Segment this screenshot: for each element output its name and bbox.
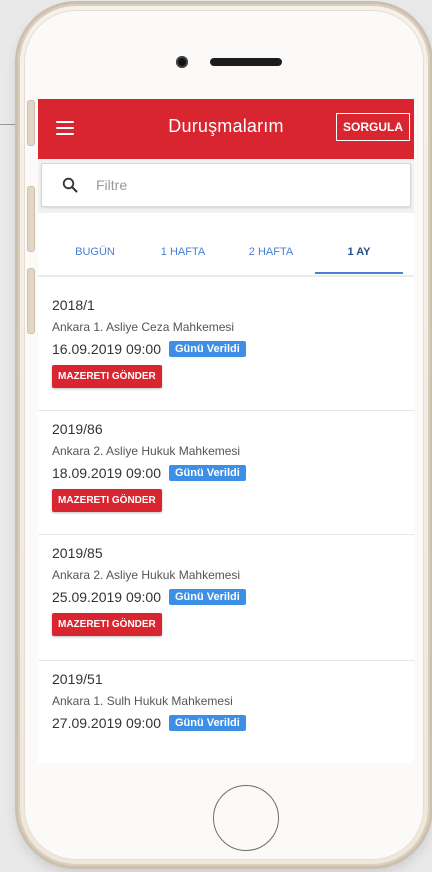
send-excuse-button[interactable]: MAZERETI GÖNDER [52,613,162,636]
list-item[interactable]: 2019/86 Ankara 2. Asliye Hukuk Mahkemesi… [38,411,414,535]
tab-2-weeks[interactable]: 2 HAFTA [227,246,315,258]
camera-icon [176,56,188,68]
hearing-datetime: 18.09.2019 09:00 [52,465,161,481]
tab-bar: BUGÜN 1 HAFTA 2 HAFTA 1 AY [38,213,414,277]
tab-1-month[interactable]: 1 AY [315,246,403,258]
phone-volume-up [27,186,35,252]
hearing-datetime: 27.09.2019 09:00 [52,715,161,731]
send-excuse-button[interactable]: MAZERETI GÖNDER [52,365,162,388]
app-screen: Duruşmalarım SORGULA BUGÜN 1 HAFTA 2 HAF… [38,99,414,763]
search-bar [38,159,414,213]
speaker-grille [210,58,282,66]
case-number: 2019/86 [52,421,103,437]
hearing-list: 2018/1 Ankara 1. Asliye Ceza Mahkemesi 1… [38,287,414,763]
search-input[interactable] [94,176,358,194]
query-button[interactable]: SORGULA [336,113,410,141]
active-tab-indicator [315,272,403,274]
court-name: Ankara 2. Asliye Hukuk Mahkemesi [52,444,241,458]
case-number: 2019/51 [52,671,103,687]
home-button[interactable] [213,785,279,851]
list-item[interactable]: 2019/51 Ankara 1. Sulh Hukuk Mahkemesi 2… [38,661,414,763]
hearing-datetime: 25.09.2019 09:00 [52,589,161,605]
court-name: Ankara 1. Asliye Ceza Mahkemesi [52,320,235,334]
hearing-datetime: 16.09.2019 09:00 [52,341,161,357]
court-name: Ankara 2. Asliye Hukuk Mahkemesi [52,568,241,582]
phone-side-button [27,100,35,146]
tab-1-week[interactable]: 1 HAFTA [139,246,227,258]
phone-volume-down [27,268,35,334]
case-number: 2019/85 [52,545,103,561]
court-name: Ankara 1. Sulh Hukuk Mahkemesi [52,694,233,708]
send-excuse-button[interactable]: MAZERETI GÖNDER [52,489,162,512]
case-number: 2018/1 [52,297,95,313]
search-box [41,163,411,207]
list-item[interactable]: 2019/85 Ankara 2. Asliye Hukuk Mahkemesi… [38,535,414,661]
list-item[interactable]: 2018/1 Ankara 1. Asliye Ceza Mahkemesi 1… [38,287,414,411]
status-badge: Günü Verildi [169,465,246,481]
search-icon [62,177,78,193]
status-badge: Günü Verildi [169,715,246,731]
status-badge: Günü Verildi [169,589,246,605]
status-badge: Günü Verildi [169,341,246,357]
app-bar: Duruşmalarım SORGULA [38,99,414,159]
tab-today[interactable]: BUGÜN [51,246,139,258]
